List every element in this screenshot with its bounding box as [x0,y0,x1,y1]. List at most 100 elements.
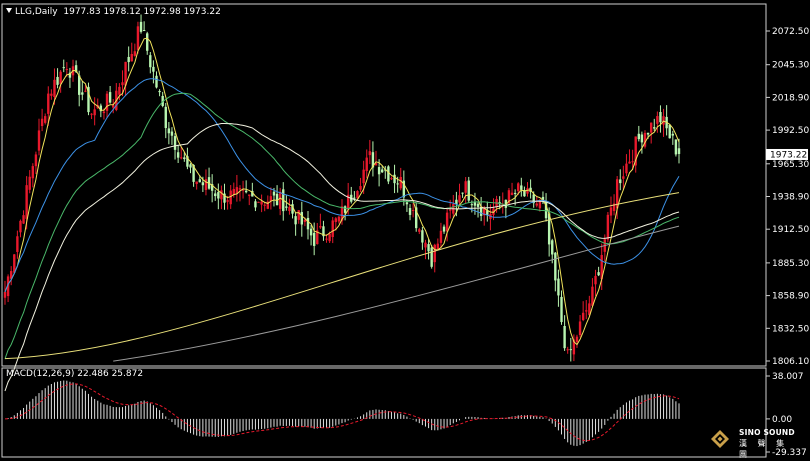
candle-body [170,131,174,136]
candle-body [380,169,384,173]
candle-body [449,209,452,211]
candle-body [569,349,572,351]
price-tick-label: 1938.90 [772,192,809,202]
candle-body [93,109,96,116]
candle-body [164,106,167,129]
price-tick-label: 1806.10 [772,357,809,367]
candle-body [312,232,316,246]
candle-body [278,191,282,209]
candle-body [637,133,641,140]
candle-body [668,124,671,139]
candle-body [674,139,678,155]
symbol-label: LLG,Daily [15,7,58,17]
candle-body [405,202,409,205]
candle-body [563,326,566,349]
candle-body [130,53,133,62]
logo-subtitle: 漢 聲 集 團 [739,439,789,459]
candle-body [470,204,474,206]
candle-body [294,216,297,225]
candle-body [59,71,62,85]
candle-body [594,275,597,285]
candle-body [81,92,84,95]
candle-body [513,192,517,194]
candle-body [551,240,554,255]
candle-body [377,167,381,175]
candle-body [105,93,109,111]
candle-body [337,216,341,222]
candle-body [396,183,399,185]
candle-body [325,238,328,240]
candle-body [458,195,461,203]
candle-body [328,233,331,242]
candle-body [176,152,180,158]
candle-body [476,203,480,207]
candle-body [356,191,359,199]
candle-body [606,214,610,240]
candle-body [220,190,223,200]
candle-body [297,210,300,220]
price-tick-label: 2045.30 [772,61,809,71]
candle-body [575,336,579,343]
candle-body [306,217,310,230]
candle-body [65,69,69,71]
logo-diamond-icon [711,430,729,448]
candle-body [436,243,440,250]
candle-body [254,201,257,208]
candle-body [16,236,19,252]
candle-body [334,218,338,223]
candle-body [229,190,232,205]
candle-body [439,230,443,243]
candle-body [408,208,412,215]
candle-body [421,230,424,243]
price-tick-label: 2072.50 [772,27,809,37]
candle-body [34,154,38,167]
candle-body [244,190,248,193]
candle-body [108,92,112,103]
candle-body [353,197,356,199]
candle-body [309,228,313,236]
candle-body [619,179,622,184]
candle-body [121,82,124,86]
candle-body [557,278,560,296]
candle-body [183,157,186,160]
candle-body [180,157,183,159]
candle-body [118,86,121,95]
candle-body [142,30,146,32]
candle-body [288,207,291,212]
candle-body [442,226,446,232]
candle-body [19,220,22,233]
candle-body [62,67,65,69]
candle-body [566,349,569,351]
price-tick-label: 1965.30 [772,160,809,170]
candle-body [430,247,433,267]
candle-body [631,161,634,163]
candle-body [47,93,50,114]
candle-body [622,176,625,179]
candle-body [90,113,93,115]
candle-body [217,192,220,199]
candle-body [40,118,44,127]
logo-title: SINO SOUND [739,428,795,437]
candle-body [102,111,106,114]
candle-body [520,185,523,190]
candle-body [50,93,53,96]
candle-body [399,176,402,189]
candle-body [411,210,415,212]
candle-body [303,219,307,222]
candle-body [656,116,659,124]
ohlc-values: 1977.83 1978.12 1972.98 1973.22 [63,7,221,17]
candle-body [238,188,242,190]
price-chart[interactable]: 2072.50 2045.30 2018.90 1992.50 1965.30 1938.… [0,0,810,461]
candle-body [653,127,656,129]
candle-body [43,116,47,123]
candle-body [671,133,675,136]
macd-tick-label: 38.007 [772,372,804,382]
candle-body [146,33,149,51]
candle-body [362,169,365,184]
candle-body [112,105,115,108]
candle-body [390,178,393,180]
current-price-label: 1973.22 [770,150,807,160]
candle-body [461,192,464,194]
dropdown-triangle-icon[interactable] [6,8,12,13]
candle-body [535,203,538,206]
